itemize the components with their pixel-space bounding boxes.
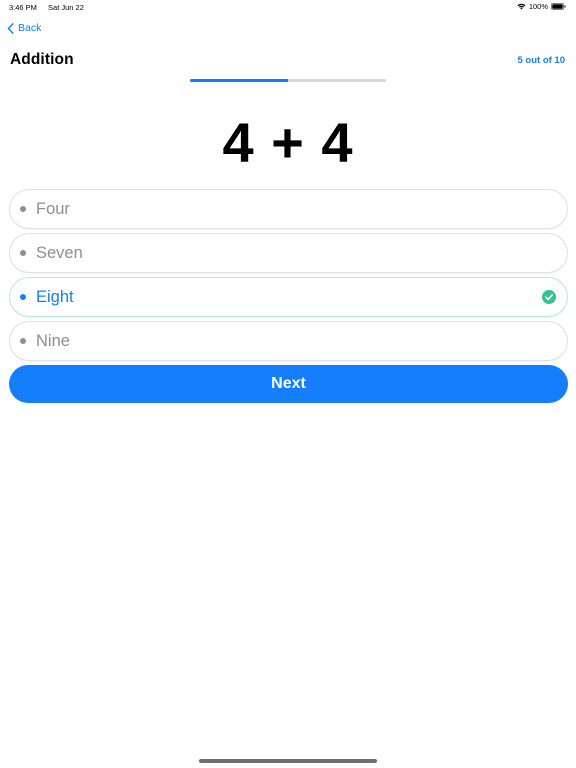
answer-label: Eight	[36, 287, 74, 306]
chevron-left-icon	[7, 22, 14, 34]
progress-bar	[190, 79, 386, 82]
progress-fill	[190, 79, 288, 82]
bullet-icon	[20, 206, 26, 212]
back-label: Back	[18, 22, 42, 34]
answer-options: Four Seven Eight Nine	[9, 189, 568, 365]
checkmark-circle-icon	[542, 290, 556, 304]
bullet-icon	[20, 338, 26, 344]
battery-icon	[551, 3, 566, 10]
next-button[interactable]: Next	[9, 365, 568, 403]
quiz-screen: 3:46 PM Sat Jun 22 100% Back Addition 5 …	[0, 0, 576, 768]
battery-percent: 100%	[528, 2, 548, 11]
answer-option[interactable]: Four	[9, 189, 568, 229]
bullet-icon	[20, 294, 26, 300]
answer-option[interactable]: Nine	[9, 321, 568, 361]
answer-label: Nine	[36, 331, 70, 350]
answer-label: Seven	[36, 243, 83, 262]
answer-option[interactable]: Seven	[9, 233, 568, 273]
wifi-icon	[517, 3, 526, 10]
answer-option[interactable]: Eight	[9, 277, 568, 317]
status-date: Sat Jun 22	[48, 3, 84, 12]
status-bar: 3:46 PM Sat Jun 22 100%	[0, 0, 576, 14]
status-left: 3:46 PM Sat Jun 22	[9, 3, 93, 12]
question-text: 4 + 4	[222, 111, 354, 174]
status-right: 100%	[517, 2, 566, 11]
page-title: Addition	[10, 51, 74, 68]
bullet-icon	[20, 250, 26, 256]
progress-counter: 5 out of 10	[517, 55, 565, 66]
answer-label: Four	[36, 199, 70, 218]
home-indicator	[199, 759, 377, 763]
status-time: 3:46 PM	[9, 3, 37, 12]
back-button[interactable]: Back	[7, 20, 41, 36]
